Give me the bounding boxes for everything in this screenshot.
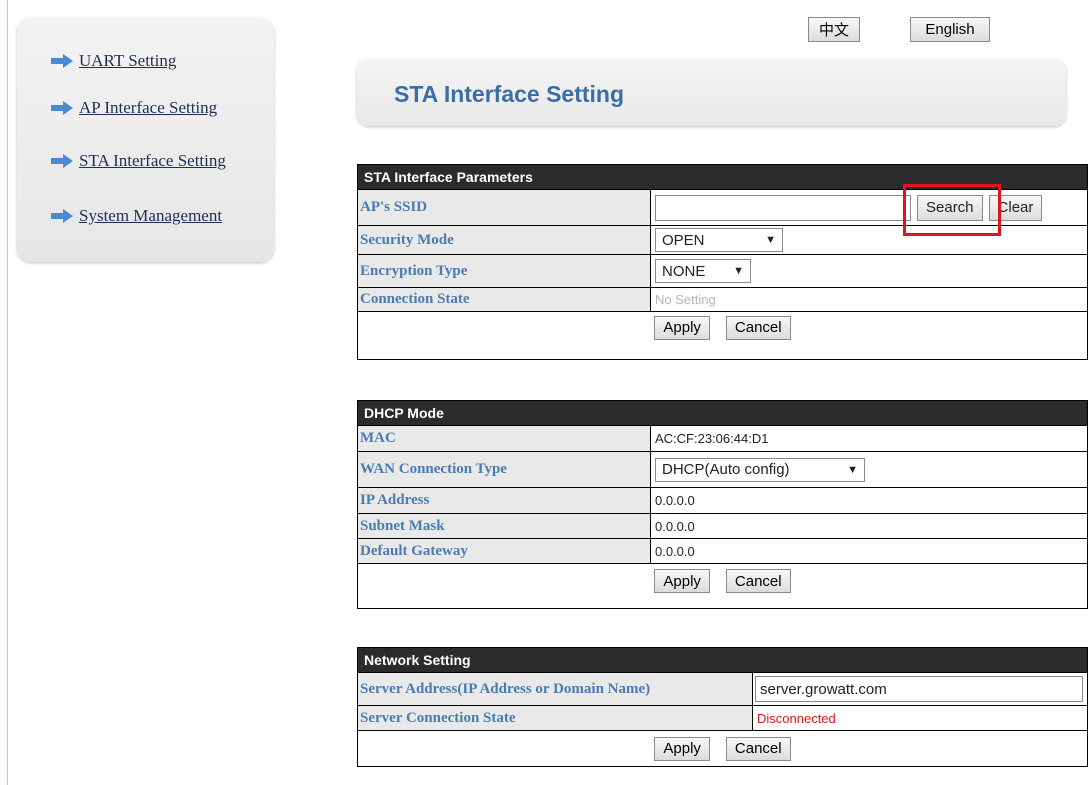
encryption-type-select[interactable]: NONE ▼ (655, 259, 751, 283)
clear-button[interactable]: Clear (988, 194, 1043, 221)
english-language-button[interactable]: English (910, 17, 990, 42)
left-border (7, 0, 8, 785)
cancel-button[interactable]: Cancel (725, 736, 791, 761)
mac-value: AC:CF:23:06:44:D1 (655, 431, 769, 446)
chevron-down-icon: ▼ (733, 265, 744, 277)
apply-button[interactable]: Apply (654, 736, 710, 761)
sidebar-item-label: STA Interface Setting (79, 151, 226, 170)
security-mode-row: Security Mode OPEN ▼ (358, 225, 1087, 254)
ip-address-row: IP Address 0.0.0.0 (358, 487, 1087, 513)
sta-params-table: STA Interface Parameters AP's SSID Searc… (357, 164, 1088, 360)
apply-button[interactable]: Apply (654, 569, 710, 593)
connection-state-value: No Setting (655, 292, 716, 307)
sidebar-item-label: System Management (79, 206, 223, 225)
mac-label: MAC (358, 426, 651, 451)
cancel-button[interactable]: Cancel (725, 569, 791, 593)
sidebar-item-uart[interactable]: UART Setting (51, 48, 176, 74)
search-button[interactable]: Search (917, 194, 983, 221)
security-mode-label: Security Mode (358, 226, 651, 254)
arrow-right-icon (51, 54, 73, 68)
security-mode-value: OPEN (662, 231, 705, 249)
dhcp-header: DHCP Mode (358, 401, 1087, 425)
cancel-button[interactable]: Cancel (725, 315, 791, 340)
network-actions: Apply Cancel (358, 730, 1087, 766)
connection-state-row: Connection State No Setting (358, 287, 1087, 311)
ssid-label: AP's SSID (358, 190, 651, 225)
subnet-mask-label: Subnet Mask (358, 514, 651, 538)
network-table: Network Setting Server Address(IP Addres… (357, 647, 1088, 767)
dhcp-table: DHCP Mode MAC AC:CF:23:06:44:D1 WAN Conn… (357, 400, 1088, 609)
subnet-mask-row: Subnet Mask 0.0.0.0 (358, 513, 1087, 538)
sidebar-item-label: AP Interface Setting (79, 98, 218, 117)
server-state-row: Server Connection State Disconnected (358, 705, 1087, 730)
security-mode-select[interactable]: OPEN ▼ (655, 228, 783, 252)
wan-type-select[interactable]: DHCP(Auto config) ▼ (655, 457, 865, 482)
server-address-row: Server Address(IP Address or Domain Name… (358, 672, 1087, 705)
server-address-input[interactable]: server.growatt.com (755, 676, 1083, 702)
sidebar: UART Setting AP Interface Setting STA In… (17, 18, 274, 262)
network-header: Network Setting (358, 648, 1087, 672)
chevron-down-icon: ▼ (847, 463, 858, 476)
page-title: STA Interface Setting (394, 81, 625, 107)
sidebar-item-ap-interface[interactable]: AP Interface Setting (51, 95, 217, 121)
ssid-row: AP's SSID Search Clear (358, 189, 1087, 225)
chinese-language-button[interactable]: 中文 (808, 17, 860, 42)
encryption-type-row: Encryption Type NONE ▼ (358, 254, 1087, 287)
arrow-right-icon (51, 209, 73, 223)
sta-actions: Apply Cancel (358, 311, 1087, 343)
default-gateway-value: 0.0.0.0 (655, 543, 695, 559)
ip-address-value: 0.0.0.0 (655, 493, 695, 508)
server-address-label: Server Address(IP Address or Domain Name… (358, 673, 753, 705)
apply-button[interactable]: Apply (654, 315, 710, 340)
wan-type-label: WAN Connection Type (358, 452, 651, 487)
mac-row: MAC AC:CF:23:06:44:D1 (358, 425, 1087, 451)
sidebar-item-sta-interface[interactable]: STA Interface Setting (51, 148, 226, 174)
sta-params-header: STA Interface Parameters (358, 165, 1087, 189)
server-state-value: Disconnected (757, 710, 836, 726)
ssid-input[interactable] (655, 194, 911, 221)
wan-type-row: WAN Connection Type DHCP(Auto config) ▼ (358, 451, 1087, 487)
wan-type-value: DHCP(Auto config) (662, 461, 790, 478)
arrow-right-icon (51, 154, 73, 168)
server-state-label: Server Connection State (358, 706, 753, 730)
subnet-mask-value: 0.0.0.0 (655, 518, 695, 534)
default-gateway-row: Default Gateway 0.0.0.0 (358, 538, 1087, 563)
encryption-type-value: NONE (662, 262, 706, 280)
ip-address-label: IP Address (358, 488, 651, 513)
chevron-down-icon: ▼ (765, 234, 776, 246)
arrow-right-icon (51, 101, 73, 115)
sidebar-item-system-management[interactable]: System Management (51, 203, 222, 229)
page-title-box: STA Interface Setting (357, 59, 1066, 126)
default-gateway-label: Default Gateway (358, 539, 651, 563)
connection-state-label: Connection State (358, 288, 651, 311)
encryption-type-label: Encryption Type (358, 255, 651, 287)
dhcp-actions: Apply Cancel (358, 563, 1087, 598)
sidebar-item-label: UART Setting (79, 51, 177, 70)
